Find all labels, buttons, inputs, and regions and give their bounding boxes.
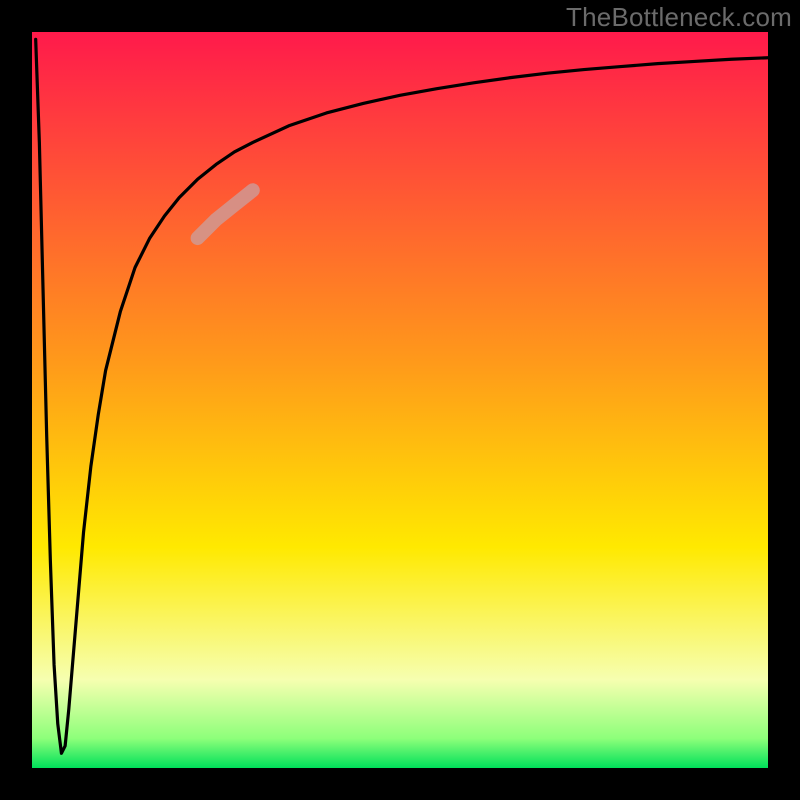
chart-background (32, 32, 768, 768)
watermark-text: TheBottleneck.com (566, 2, 792, 33)
chart-svg (0, 0, 800, 800)
plot-area (16, 16, 784, 784)
chart-container: TheBottleneck.com (0, 0, 800, 800)
